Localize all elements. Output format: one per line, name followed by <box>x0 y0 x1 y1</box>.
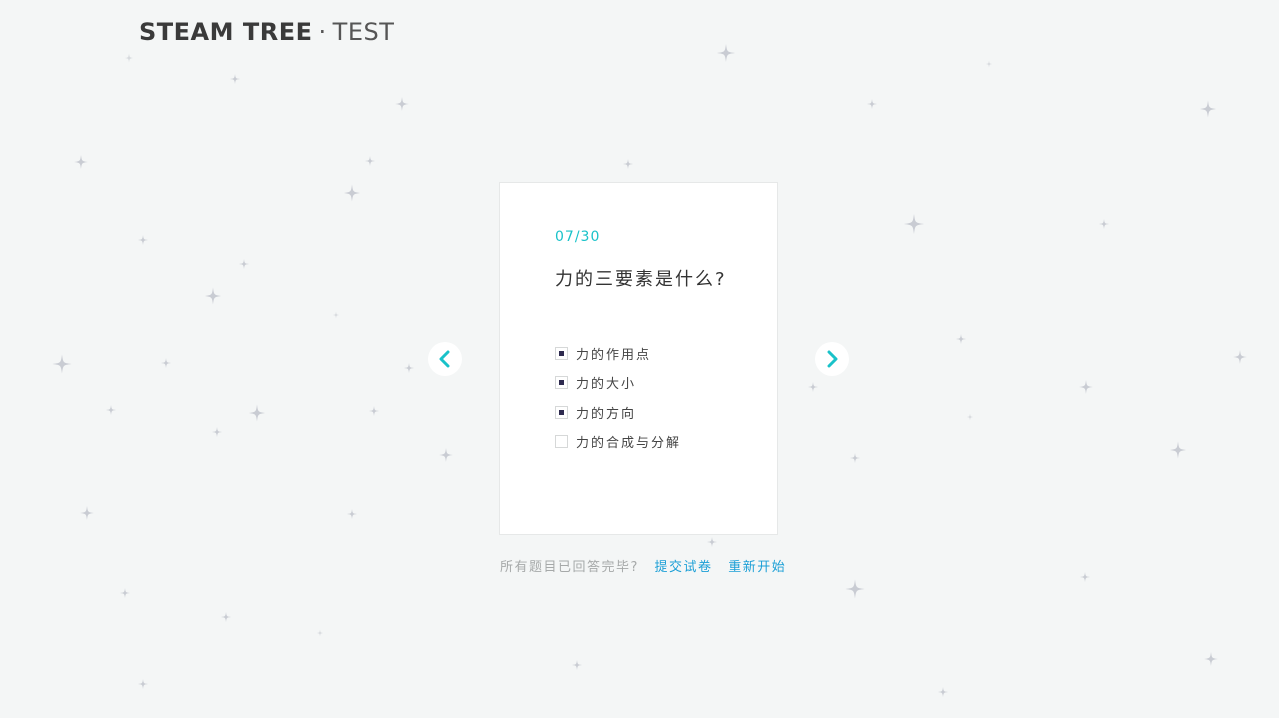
star-icon <box>707 537 717 547</box>
star-icon <box>985 60 993 68</box>
star-icon <box>204 287 222 305</box>
star-icon <box>1199 100 1217 118</box>
star-icon <box>106 405 116 415</box>
star-icon <box>347 509 357 519</box>
star-icon <box>808 382 818 392</box>
star-icon <box>138 235 148 245</box>
answer-options: 力的作用点 力的大小 力的方向 力的合成与分解 <box>555 339 681 456</box>
answer-option[interactable]: 力的大小 <box>555 368 681 397</box>
star-icon <box>404 363 414 373</box>
star-icon <box>365 156 375 166</box>
star-icon <box>369 406 379 416</box>
star-icon <box>938 687 948 697</box>
answer-option[interactable]: 力的方向 <box>555 398 681 427</box>
answer-checkbox[interactable] <box>555 347 568 361</box>
star-icon <box>1080 572 1090 582</box>
star-icon <box>956 334 966 344</box>
star-icon <box>439 448 453 462</box>
star-icon <box>124 53 134 63</box>
star-icon <box>845 579 865 599</box>
star-icon <box>1099 219 1109 229</box>
star-icon <box>248 404 266 422</box>
answer-label: 力的方向 <box>576 406 637 422</box>
previous-question-button[interactable] <box>428 342 462 376</box>
star-icon <box>867 99 877 109</box>
star-icon <box>850 453 860 463</box>
star-icon <box>904 214 924 234</box>
star-icon <box>120 588 130 598</box>
answer-option[interactable]: 力的作用点 <box>555 339 681 368</box>
quiz-page: STEAM TREE · TEST 07/30 力的三要素是什么? 力的作用点 力的… <box>0 0 1279 718</box>
star-icon <box>717 44 735 62</box>
chevron-right-icon <box>827 350 838 368</box>
star-icon <box>212 427 222 437</box>
star-icon <box>395 97 409 111</box>
star-icon <box>1079 380 1093 394</box>
star-icon <box>74 155 88 169</box>
question-card: 07/30 力的三要素是什么? 力的作用点 力的大小 力的方向 力的合成与分解 <box>499 182 778 535</box>
star-icon <box>316 629 324 637</box>
footer-bar: 所有题目已回答完毕? 提交试卷 重新开始 <box>500 556 786 575</box>
answer-option[interactable]: 力的合成与分解 <box>555 427 681 456</box>
star-icon <box>80 506 94 520</box>
answer-checkbox[interactable] <box>555 405 568 419</box>
star-icon <box>332 311 340 319</box>
star-icon <box>1233 350 1247 364</box>
star-icon <box>1169 441 1187 459</box>
restart-link[interactable]: 重新开始 <box>728 560 786 575</box>
brand-logo: STEAM TREE · TEST <box>139 18 394 46</box>
answer-label: 力的大小 <box>576 377 637 393</box>
completion-question: 所有题目已回答完毕? <box>500 560 639 575</box>
star-icon <box>1204 652 1218 666</box>
answer-label: 力的作用点 <box>576 348 652 364</box>
question-title: 力的三要素是什么? <box>555 269 727 290</box>
star-icon <box>52 354 72 374</box>
answer-checkbox[interactable] <box>555 376 568 390</box>
star-icon <box>623 159 633 169</box>
star-icon <box>572 660 582 670</box>
question-progress: 07/30 <box>555 229 601 245</box>
brand-suffix: TEST <box>332 18 395 46</box>
star-icon <box>239 259 249 269</box>
answer-label: 力的合成与分解 <box>576 436 682 452</box>
star-icon <box>230 74 240 84</box>
star-icon <box>966 413 974 421</box>
brand-separator: · <box>318 18 327 46</box>
star-icon <box>161 358 171 368</box>
star-icon <box>221 612 231 622</box>
submit-exam-link[interactable]: 提交试卷 <box>655 560 713 575</box>
star-icon <box>343 184 361 202</box>
chevron-left-icon <box>439 350 450 368</box>
star-icon <box>138 679 148 689</box>
answer-checkbox[interactable] <box>555 435 568 449</box>
next-question-button[interactable] <box>815 342 849 376</box>
brand-name: STEAM TREE <box>139 18 313 46</box>
